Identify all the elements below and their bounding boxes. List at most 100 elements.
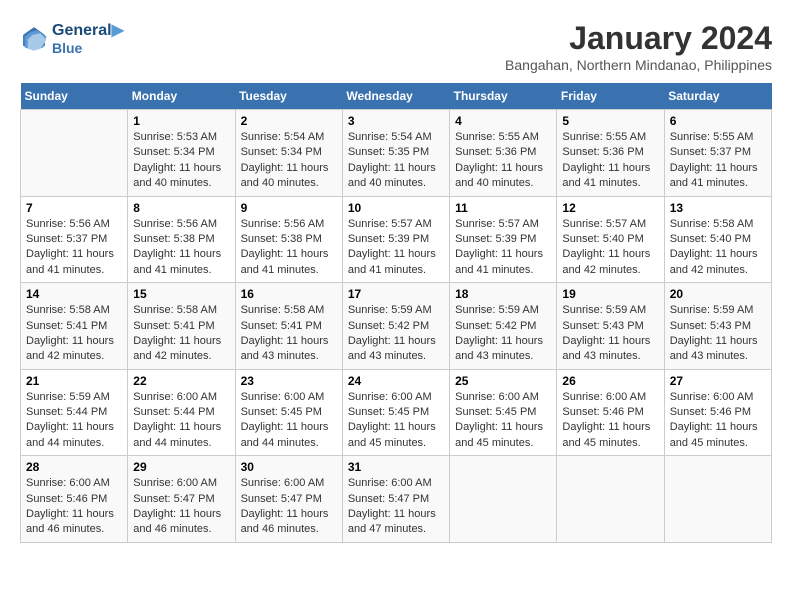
day-number: 1 [133, 114, 229, 128]
day-number: 10 [348, 201, 444, 215]
day-info: Sunrise: 5:59 AMSunset: 5:43 PMDaylight:… [562, 303, 658, 365]
day-info: Sunrise: 5:55 AMSunset: 5:37 PMDaylight:… [670, 130, 766, 192]
calendar-cell [450, 456, 557, 543]
logo-text: General▶ Blue [52, 20, 124, 56]
day-number: 9 [241, 201, 337, 215]
calendar-cell: 13Sunrise: 5:58 AMSunset: 5:40 PMDayligh… [664, 196, 771, 283]
calendar-cell: 21 Sunrise: 5:59 AMSunset: 5:44 PMDayligh… [21, 369, 128, 456]
calendar-cell: 8 Sunrise: 5:56 AMSunset: 5:38 PMDaylight… [128, 196, 235, 283]
day-number: 2 [241, 114, 337, 128]
calendar-week-row: 14 Sunrise: 5:58 AMSunset: 5:41 PMDayligh… [21, 283, 772, 370]
day-info: Sunrise: 5:59 AMSunset: 5:42 PMDaylight:… [455, 303, 551, 365]
calendar-cell: 15 Sunrise: 5:58 AMSunset: 5:41 PMDayligh… [128, 283, 235, 370]
day-info: Sunrise: 6:00 AMSunset: 5:47 PMDaylight:… [241, 476, 337, 538]
calendar-table: SundayMondayTuesdayWednesdayThursdayFrid… [20, 83, 772, 543]
day-number: 4 [455, 114, 551, 128]
day-info: Sunrise: 5:57 AMSunset: 5:39 PMDaylight:… [455, 217, 551, 279]
calendar-cell: 6 Sunrise: 5:55 AMSunset: 5:37 PMDaylight… [664, 110, 771, 197]
day-number: 29 [133, 460, 229, 474]
day-info: Sunrise: 6:00 AMSunset: 5:46 PMDaylight:… [562, 390, 658, 452]
day-number: 20 [670, 287, 766, 301]
location: Bangahan, Northern Mindanao, Philippines [505, 57, 772, 73]
day-number: 25 [455, 374, 551, 388]
day-number: 5 [562, 114, 658, 128]
day-info: Sunrise: 6:00 AMSunset: 5:45 PMDaylight:… [455, 390, 551, 452]
day-info: Sunrise: 5:59 AMSunset: 5:44 PMDaylight:… [26, 390, 122, 452]
calendar-cell: 29Sunrise: 6:00 AMSunset: 5:47 PMDayligh… [128, 456, 235, 543]
calendar-cell: 26 Sunrise: 6:00 AMSunset: 5:46 PMDayligh… [557, 369, 664, 456]
day-info: Sunrise: 5:53 AMSunset: 5:34 PMDaylight:… [133, 130, 229, 192]
day-number: 7 [26, 201, 122, 215]
logo-icon [20, 24, 48, 52]
calendar-cell: 10 Sunrise: 5:57 AMSunset: 5:39 PMDayligh… [342, 196, 449, 283]
calendar-header-row: SundayMondayTuesdayWednesdayThursdayFrid… [21, 83, 772, 110]
day-number: 23 [241, 374, 337, 388]
calendar-cell [664, 456, 771, 543]
calendar-cell: 24 Sunrise: 6:00 AMSunset: 5:45 PMDayligh… [342, 369, 449, 456]
day-number: 18 [455, 287, 551, 301]
calendar-cell: 22Sunrise: 6:00 AMSunset: 5:44 PMDayligh… [128, 369, 235, 456]
calendar-cell: 28 Sunrise: 6:00 AMSunset: 5:46 PMDayligh… [21, 456, 128, 543]
day-number: 13 [670, 201, 766, 215]
calendar-cell [21, 110, 128, 197]
day-number: 17 [348, 287, 444, 301]
calendar-cell [557, 456, 664, 543]
calendar-cell: 23 Sunrise: 6:00 AMSunset: 5:45 PMDayligh… [235, 369, 342, 456]
day-number: 6 [670, 114, 766, 128]
day-info: Sunrise: 5:58 AMSunset: 5:41 PMDaylight:… [26, 303, 122, 365]
day-number: 15 [133, 287, 229, 301]
calendar-cell: 14 Sunrise: 5:58 AMSunset: 5:41 PMDayligh… [21, 283, 128, 370]
day-info: Sunrise: 5:55 AMSunset: 5:36 PMDaylight:… [562, 130, 658, 192]
month-title: January 2024 [505, 20, 772, 57]
day-info: Sunrise: 5:56 AMSunset: 5:37 PMDaylight:… [26, 217, 122, 279]
day-number: 19 [562, 287, 658, 301]
day-number: 27 [670, 374, 766, 388]
calendar-week-row: 28 Sunrise: 6:00 AMSunset: 5:46 PMDayligh… [21, 456, 772, 543]
title-block: January 2024 Bangahan, Northern Mindanao… [505, 20, 772, 73]
day-info: Sunrise: 5:58 AMSunset: 5:41 PMDaylight:… [133, 303, 229, 365]
day-info: Sunrise: 6:00 AMSunset: 5:45 PMDaylight:… [348, 390, 444, 452]
day-info: Sunrise: 5:59 AMSunset: 5:42 PMDaylight:… [348, 303, 444, 365]
day-info: Sunrise: 6:00 AMSunset: 5:46 PMDaylight:… [670, 390, 766, 452]
day-number: 21 [26, 374, 122, 388]
calendar-cell: 9 Sunrise: 5:56 AMSunset: 5:38 PMDaylight… [235, 196, 342, 283]
calendar-cell: 17 Sunrise: 5:59 AMSunset: 5:42 PMDayligh… [342, 283, 449, 370]
logo: General▶ Blue [20, 20, 124, 56]
day-info: Sunrise: 6:00 AMSunset: 5:45 PMDaylight:… [241, 390, 337, 452]
day-number: 14 [26, 287, 122, 301]
day-info: Sunrise: 5:58 AMSunset: 5:41 PMDaylight:… [241, 303, 337, 365]
day-number: 12 [562, 201, 658, 215]
day-number: 28 [26, 460, 122, 474]
day-info: Sunrise: 6:00 AMSunset: 5:46 PMDaylight:… [26, 476, 122, 538]
day-info: Sunrise: 5:56 AMSunset: 5:38 PMDaylight:… [133, 217, 229, 279]
day-number: 24 [348, 374, 444, 388]
calendar-body: 1 Sunrise: 5:53 AMSunset: 5:34 PMDaylight… [21, 110, 772, 543]
day-number: 3 [348, 114, 444, 128]
day-info: Sunrise: 5:56 AMSunset: 5:38 PMDaylight:… [241, 217, 337, 279]
calendar-cell: 11Sunrise: 5:57 AMSunset: 5:39 PMDayligh… [450, 196, 557, 283]
calendar-cell: 3 Sunrise: 5:54 AMSunset: 5:35 PMDaylight… [342, 110, 449, 197]
day-number: 26 [562, 374, 658, 388]
calendar-cell: 18 Sunrise: 5:59 AMSunset: 5:42 PMDayligh… [450, 283, 557, 370]
day-number: 16 [241, 287, 337, 301]
day-info: Sunrise: 5:59 AMSunset: 5:43 PMDaylight:… [670, 303, 766, 365]
calendar-week-row: 1 Sunrise: 5:53 AMSunset: 5:34 PMDaylight… [21, 110, 772, 197]
day-info: Sunrise: 5:54 AMSunset: 5:34 PMDaylight:… [241, 130, 337, 192]
day-info: Sunrise: 5:54 AMSunset: 5:35 PMDaylight:… [348, 130, 444, 192]
day-number: 30 [241, 460, 337, 474]
weekday-header: Friday [557, 83, 664, 110]
day-number: 8 [133, 201, 229, 215]
calendar-cell: 1 Sunrise: 5:53 AMSunset: 5:34 PMDaylight… [128, 110, 235, 197]
weekday-header: Monday [128, 83, 235, 110]
day-info: Sunrise: 6:00 AMSunset: 5:47 PMDaylight:… [348, 476, 444, 538]
calendar-cell: 4Sunrise: 5:55 AMSunset: 5:36 PMDaylight… [450, 110, 557, 197]
day-info: Sunrise: 5:57 AMSunset: 5:40 PMDaylight:… [562, 217, 658, 279]
calendar-week-row: 7 Sunrise: 5:56 AMSunset: 5:37 PMDaylight… [21, 196, 772, 283]
weekday-header: Tuesday [235, 83, 342, 110]
calendar-cell: 19 Sunrise: 5:59 AMSunset: 5:43 PMDayligh… [557, 283, 664, 370]
day-number: 31 [348, 460, 444, 474]
calendar-week-row: 21 Sunrise: 5:59 AMSunset: 5:44 PMDayligh… [21, 369, 772, 456]
day-info: Sunrise: 5:57 AMSunset: 5:39 PMDaylight:… [348, 217, 444, 279]
day-info: Sunrise: 6:00 AMSunset: 5:44 PMDaylight:… [133, 390, 229, 452]
calendar-cell: 2 Sunrise: 5:54 AMSunset: 5:34 PMDaylight… [235, 110, 342, 197]
